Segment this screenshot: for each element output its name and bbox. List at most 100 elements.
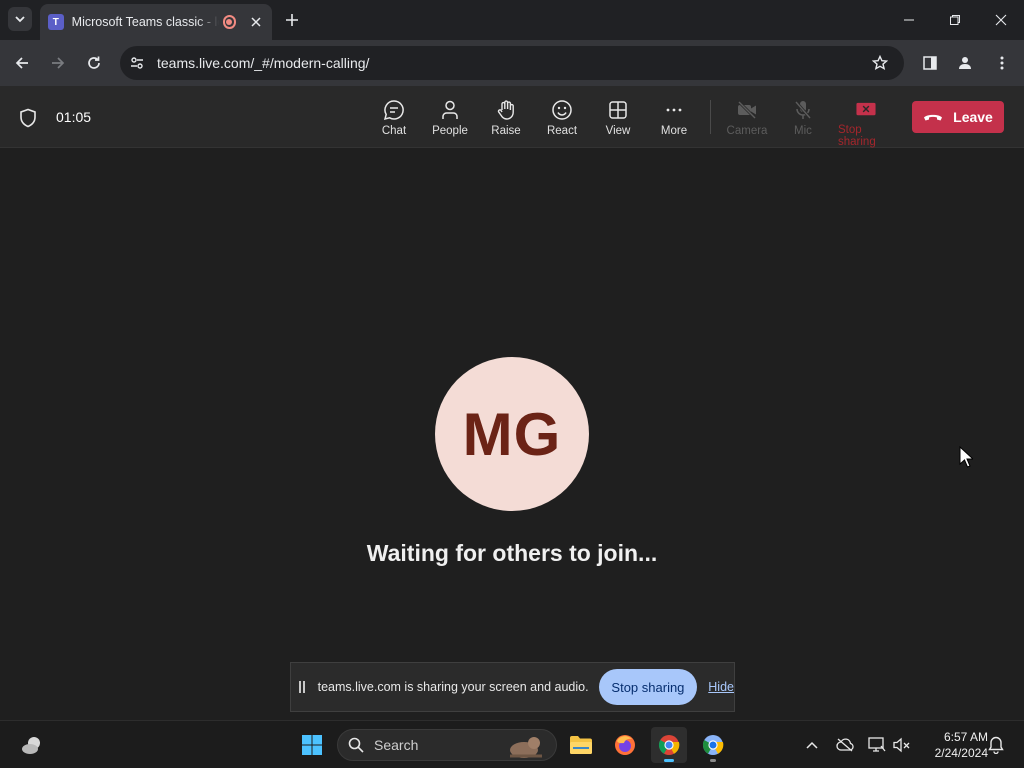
volume-tray-button[interactable]	[890, 733, 914, 757]
share-stop-button[interactable]: Stop sharing	[598, 669, 698, 705]
chrome-dev-icon	[702, 735, 724, 755]
avatar: MG	[435, 357, 589, 511]
smiley-icon	[552, 100, 572, 120]
minimize-button[interactable]	[886, 0, 932, 40]
search-icon	[348, 737, 364, 753]
chat-button[interactable]: Chat	[366, 86, 422, 148]
chrome-icon	[658, 735, 680, 755]
chevron-up-icon	[806, 741, 818, 749]
chat-icon	[383, 100, 404, 121]
meeting-control-bar: 01:05 Chat People Raise React View More	[0, 86, 1024, 148]
react-button[interactable]: React	[534, 86, 590, 148]
camera-button[interactable]: Camera	[719, 86, 775, 148]
browser-tab-strip: T Microsoft Teams classic - lo	[0, 0, 1024, 40]
tab-search-button[interactable]	[8, 7, 32, 31]
chrome-canary-button[interactable]	[695, 727, 731, 763]
network-tray-button[interactable]	[865, 733, 889, 757]
volume-muted-icon	[893, 737, 910, 753]
taskbar-search[interactable]: Search	[337, 729, 557, 761]
recording-indicator-icon	[222, 15, 237, 29]
meeting-stage: MG Waiting for others to join...	[0, 148, 1024, 720]
share-message: teams.live.com is sharing your screen an…	[317, 680, 589, 694]
tray-overflow-button[interactable]	[800, 733, 824, 757]
stop-sharing-label: Stop sharing	[838, 124, 876, 148]
search-highlight-icon	[510, 737, 542, 758]
clock-date: 2/24/2024	[934, 746, 988, 760]
camera-off-icon	[737, 100, 757, 120]
meeting-timer: 01:05	[56, 109, 92, 125]
drag-handle-icon[interactable]	[299, 681, 305, 693]
share-hide-link[interactable]: Hide	[708, 680, 734, 694]
screen-share-bar: teams.live.com is sharing your screen an…	[290, 662, 735, 712]
arrow-left-icon	[15, 57, 28, 69]
weather-icon	[22, 737, 40, 754]
kebab-menu-icon	[1000, 56, 1004, 70]
raise-hand-icon	[497, 100, 514, 120]
grid-view-icon	[609, 101, 627, 119]
side-panel-button[interactable]	[916, 49, 944, 77]
more-icon	[666, 108, 682, 112]
mic-button[interactable]: Mic	[775, 86, 831, 148]
tab-title: Microsoft Teams classic - lo	[71, 15, 219, 29]
back-button[interactable]	[8, 49, 36, 77]
star-icon[interactable]	[872, 55, 888, 71]
taskbar-clock[interactable]: 6:57 AM 2/24/2024	[918, 729, 988, 761]
raise-hand-button[interactable]: Raise	[478, 86, 534, 148]
teams-favicon-icon: T	[48, 14, 64, 30]
arrow-right-icon	[52, 57, 65, 69]
chrome-button[interactable]	[651, 727, 687, 763]
leave-button[interactable]: Leave	[912, 101, 1004, 133]
notifications-button[interactable]	[984, 733, 1008, 757]
file-explorer-button[interactable]	[563, 727, 599, 763]
people-button[interactable]: People	[422, 86, 478, 148]
windows-logo-icon	[302, 735, 322, 755]
active-app-indicator	[664, 759, 674, 762]
chevron-down-icon	[15, 16, 25, 23]
react-label: React	[546, 125, 578, 137]
browser-tab-teams[interactable]: T Microsoft Teams classic - lo	[40, 4, 272, 40]
address-bar[interactable]: teams.live.com/_#/modern-calling/	[120, 46, 904, 80]
stop-sharing-button[interactable]: Stop sharing	[838, 86, 894, 148]
phone-hangup-icon	[924, 114, 943, 121]
reload-button[interactable]	[80, 49, 108, 77]
side-panel-icon	[923, 56, 937, 70]
shield-icon[interactable]	[19, 108, 37, 128]
open-app-indicator	[710, 759, 716, 762]
cloud-off-icon	[836, 738, 854, 752]
restore-icon	[950, 15, 960, 25]
view-label: View	[605, 125, 631, 137]
firefox-icon	[615, 735, 635, 755]
firefox-button[interactable]	[607, 727, 643, 763]
leave-label: Leave	[953, 109, 993, 125]
mic-label: Mic	[794, 125, 812, 137]
restore-button[interactable]	[932, 0, 978, 40]
profile-button[interactable]	[951, 49, 979, 77]
raise-label: Raise	[491, 125, 521, 137]
profile-icon	[959, 57, 971, 69]
people-icon	[442, 100, 458, 119]
forward-button[interactable]	[44, 49, 72, 77]
start-button[interactable]	[294, 727, 330, 763]
chat-label: Chat	[381, 125, 407, 137]
browser-menu-button[interactable]	[988, 49, 1016, 77]
onedrive-tray-button[interactable]	[833, 733, 857, 757]
taskbar: Search 6:57 AM 2/24/2024	[0, 720, 1024, 768]
more-button[interactable]: More	[646, 86, 702, 148]
bell-icon	[988, 736, 1004, 754]
network-icon	[868, 737, 886, 752]
widgets-button[interactable]	[14, 727, 50, 763]
mic-off-icon	[794, 101, 812, 119]
people-label: People	[432, 125, 468, 137]
minimize-icon	[904, 19, 914, 21]
site-settings-icon[interactable]	[130, 56, 144, 70]
url-text: teams.live.com/_#/modern-calling/	[157, 55, 370, 71]
window-close-button[interactable]	[978, 0, 1024, 40]
plus-icon	[286, 14, 298, 26]
waiting-status: Waiting for others to join...	[366, 540, 658, 566]
view-button[interactable]: View	[590, 86, 646, 148]
new-tab-button[interactable]	[280, 8, 304, 32]
tab-close-icon[interactable]	[248, 14, 264, 30]
stop-share-icon	[856, 102, 876, 116]
reload-icon	[88, 56, 100, 69]
mouse-cursor-icon	[959, 446, 973, 468]
